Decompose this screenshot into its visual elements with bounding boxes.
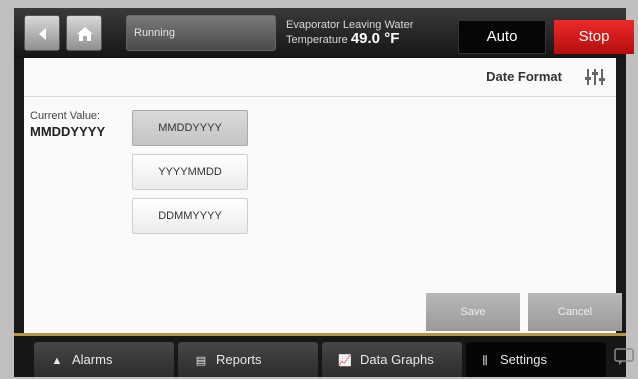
status-indicator: Running: [126, 15, 276, 51]
tab-settings[interactable]: ⫼ Settings: [466, 342, 606, 377]
tab-alarms-label: Alarms: [72, 352, 113, 367]
graph-icon: 📈: [338, 355, 352, 367]
option-ddmmyyyy[interactable]: DDMMYYYY: [132, 198, 248, 234]
home-button[interactable]: [66, 15, 102, 51]
settings-icon: ⫼: [482, 355, 488, 367]
bottom-nav: ▲ Alarms ▤ Reports 📈 Data Graphs ⫼ Settings: [14, 336, 634, 377]
back-arrow-icon: [39, 28, 46, 40]
page-title: Date Format: [486, 69, 562, 84]
home-icon: [77, 27, 93, 41]
message-icon[interactable]: [614, 348, 634, 366]
report-icon: ▤: [195, 355, 207, 367]
evaporator-label-2: Temperature: [286, 34, 348, 46]
option-mmddyyyy[interactable]: MMDDYYYY: [132, 110, 248, 146]
stop-button[interactable]: Stop: [554, 20, 634, 54]
top-bar: Running Evaporator Leaving Water Tempera…: [14, 8, 634, 58]
tab-data-graphs[interactable]: 📈 Data Graphs: [322, 342, 462, 377]
alarm-icon: ▲: [51, 355, 63, 367]
tab-reports[interactable]: ▤ Reports: [178, 342, 318, 377]
option-yyyymmdd[interactable]: YYYYMMDD: [132, 154, 248, 190]
save-button[interactable]: Save: [426, 293, 520, 331]
sliders-icon: [585, 69, 605, 85]
current-value: MMDDYYYY: [30, 124, 106, 139]
main-panel: Date Format Current Value: MMDDYYYY MMDD…: [24, 58, 622, 333]
evaporator-readout: Evaporator Leaving Water Temperature 49.…: [286, 18, 413, 47]
tab-alarms[interactable]: ▲ Alarms: [34, 342, 174, 377]
tab-settings-label: Settings: [500, 352, 547, 367]
page-header: Date Format: [24, 58, 616, 97]
tab-data-graphs-label: Data Graphs: [360, 352, 434, 367]
evaporator-value: 49.0 °F: [350, 30, 400, 47]
auto-button[interactable]: Auto: [458, 20, 546, 54]
back-button[interactable]: [24, 15, 60, 51]
tab-reports-label: Reports: [216, 352, 262, 367]
cancel-button[interactable]: Cancel: [528, 293, 622, 331]
current-value-label: Current Value:: [30, 110, 101, 122]
